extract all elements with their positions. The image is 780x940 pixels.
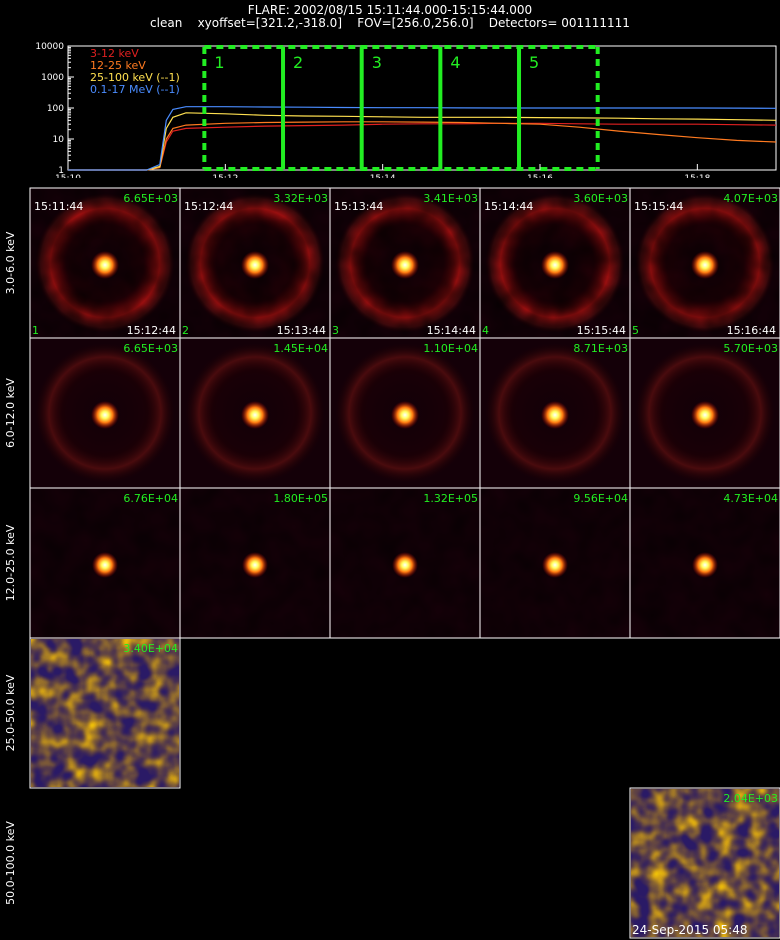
image-panel: 6.76E+04: [29, 487, 181, 639]
source-core: [91, 401, 119, 429]
panel-end-time: 15:16:44: [727, 324, 776, 337]
panel-max-value: 4.07E+03: [723, 192, 778, 205]
panel-max-value: 9.56E+04: [573, 492, 628, 505]
noise-texture: [631, 789, 779, 937]
panel-max-value: 1.45E+04: [273, 342, 328, 355]
source-core: [242, 552, 268, 578]
row-label: 50.0-100.0 keV: [4, 821, 17, 905]
source-core: [691, 251, 719, 279]
panel-index: 2: [182, 324, 189, 337]
image-panel: 3.40E+04: [29, 637, 181, 789]
panel-max-value: 6.65E+03: [123, 342, 178, 355]
image-panel: 5.70E+03: [629, 337, 780, 489]
source-core: [692, 552, 718, 578]
image-panel: 1.80E+05: [179, 487, 331, 639]
image-panel: 3.60E+03 15:14:44 15:15:44 4: [479, 187, 631, 339]
source-core: [391, 251, 419, 279]
panel-start-time: 15:11:44: [34, 200, 83, 213]
panel-index: 4: [482, 324, 489, 337]
panel-max-value: 2.04E+03: [723, 792, 778, 805]
source-core: [542, 552, 568, 578]
image-panel: 1.45E+04: [179, 337, 331, 489]
panel-max-value: 4.73E+04: [723, 492, 778, 505]
panel-end-time: 15:12:44: [127, 324, 176, 337]
image-panel: 6.65E+03: [29, 337, 181, 489]
panel-max-value: 1.80E+05: [273, 492, 328, 505]
image-panel: 3.32E+03 15:12:44 15:13:44 2: [179, 187, 331, 339]
image-panel: 9.56E+04: [479, 487, 631, 639]
image-panel: 8.71E+03: [479, 337, 631, 489]
source-core: [91, 251, 119, 279]
footer-timestamp: 24-Sep-2015 05:48: [632, 923, 747, 937]
panel-end-time: 15:13:44: [277, 324, 326, 337]
image-panel: 3.41E+03 15:13:44 15:14:44 3: [329, 187, 481, 339]
panel-max-value: 3.40E+04: [123, 642, 178, 655]
image-panel: 1.32E+05: [329, 487, 481, 639]
source-core: [541, 251, 569, 279]
panel-max-value: 5.70E+03: [723, 342, 778, 355]
panel-max-value: 1.32E+05: [423, 492, 478, 505]
panel-end-time: 15:15:44: [577, 324, 626, 337]
image-panel-grid: 3.0-6.0 keV 6.0-12.0 keV 12.0-25.0 keV 25.0…: [4, 187, 780, 939]
panel-start-time: 15:14:44: [484, 200, 533, 213]
panel-index: 3: [332, 324, 339, 337]
panel-index: 5: [632, 324, 639, 337]
noise-texture: [31, 639, 179, 787]
source-core: [541, 401, 569, 429]
image-panel: 2.04E+03: [629, 787, 780, 939]
panel-max-value: 3.32E+03: [273, 192, 328, 205]
source-core: [241, 401, 269, 429]
panel-max-value: 1.10E+04: [423, 342, 478, 355]
panel-start-time: 15:13:44: [334, 200, 383, 213]
image-panel: 6.65E+03 15:11:44 15:12:44 1: [29, 187, 181, 339]
image-panel: 4.07E+03 15:15:44 15:16:44 5: [629, 187, 780, 339]
source-core: [691, 401, 719, 429]
row-label: 3.0-6.0 keV: [4, 231, 17, 294]
source-core: [241, 251, 269, 279]
panel-start-time: 15:12:44: [184, 200, 233, 213]
image-panel: 4.73E+04: [629, 487, 780, 639]
panel-max-value: 3.41E+03: [423, 192, 478, 205]
image-panel: 1.10E+04: [329, 337, 481, 489]
source-core: [392, 552, 418, 578]
row-label: 6.0-12.0 keV: [4, 378, 17, 448]
row-label: 12.0-25.0 keV: [4, 524, 17, 601]
panel-max-value: 8.71E+03: [573, 342, 628, 355]
panel-max-value: 6.76E+04: [123, 492, 178, 505]
source-core: [92, 552, 118, 578]
source-core: [391, 401, 419, 429]
panel-end-time: 15:14:44: [427, 324, 476, 337]
row-label: 25.0-50.0 keV: [4, 674, 17, 751]
panel-index: 1: [32, 324, 39, 337]
panel-start-time: 15:15:44: [634, 200, 683, 213]
panel-max-value: 6.65E+03: [123, 192, 178, 205]
panel-max-value: 3.60E+03: [573, 192, 628, 205]
